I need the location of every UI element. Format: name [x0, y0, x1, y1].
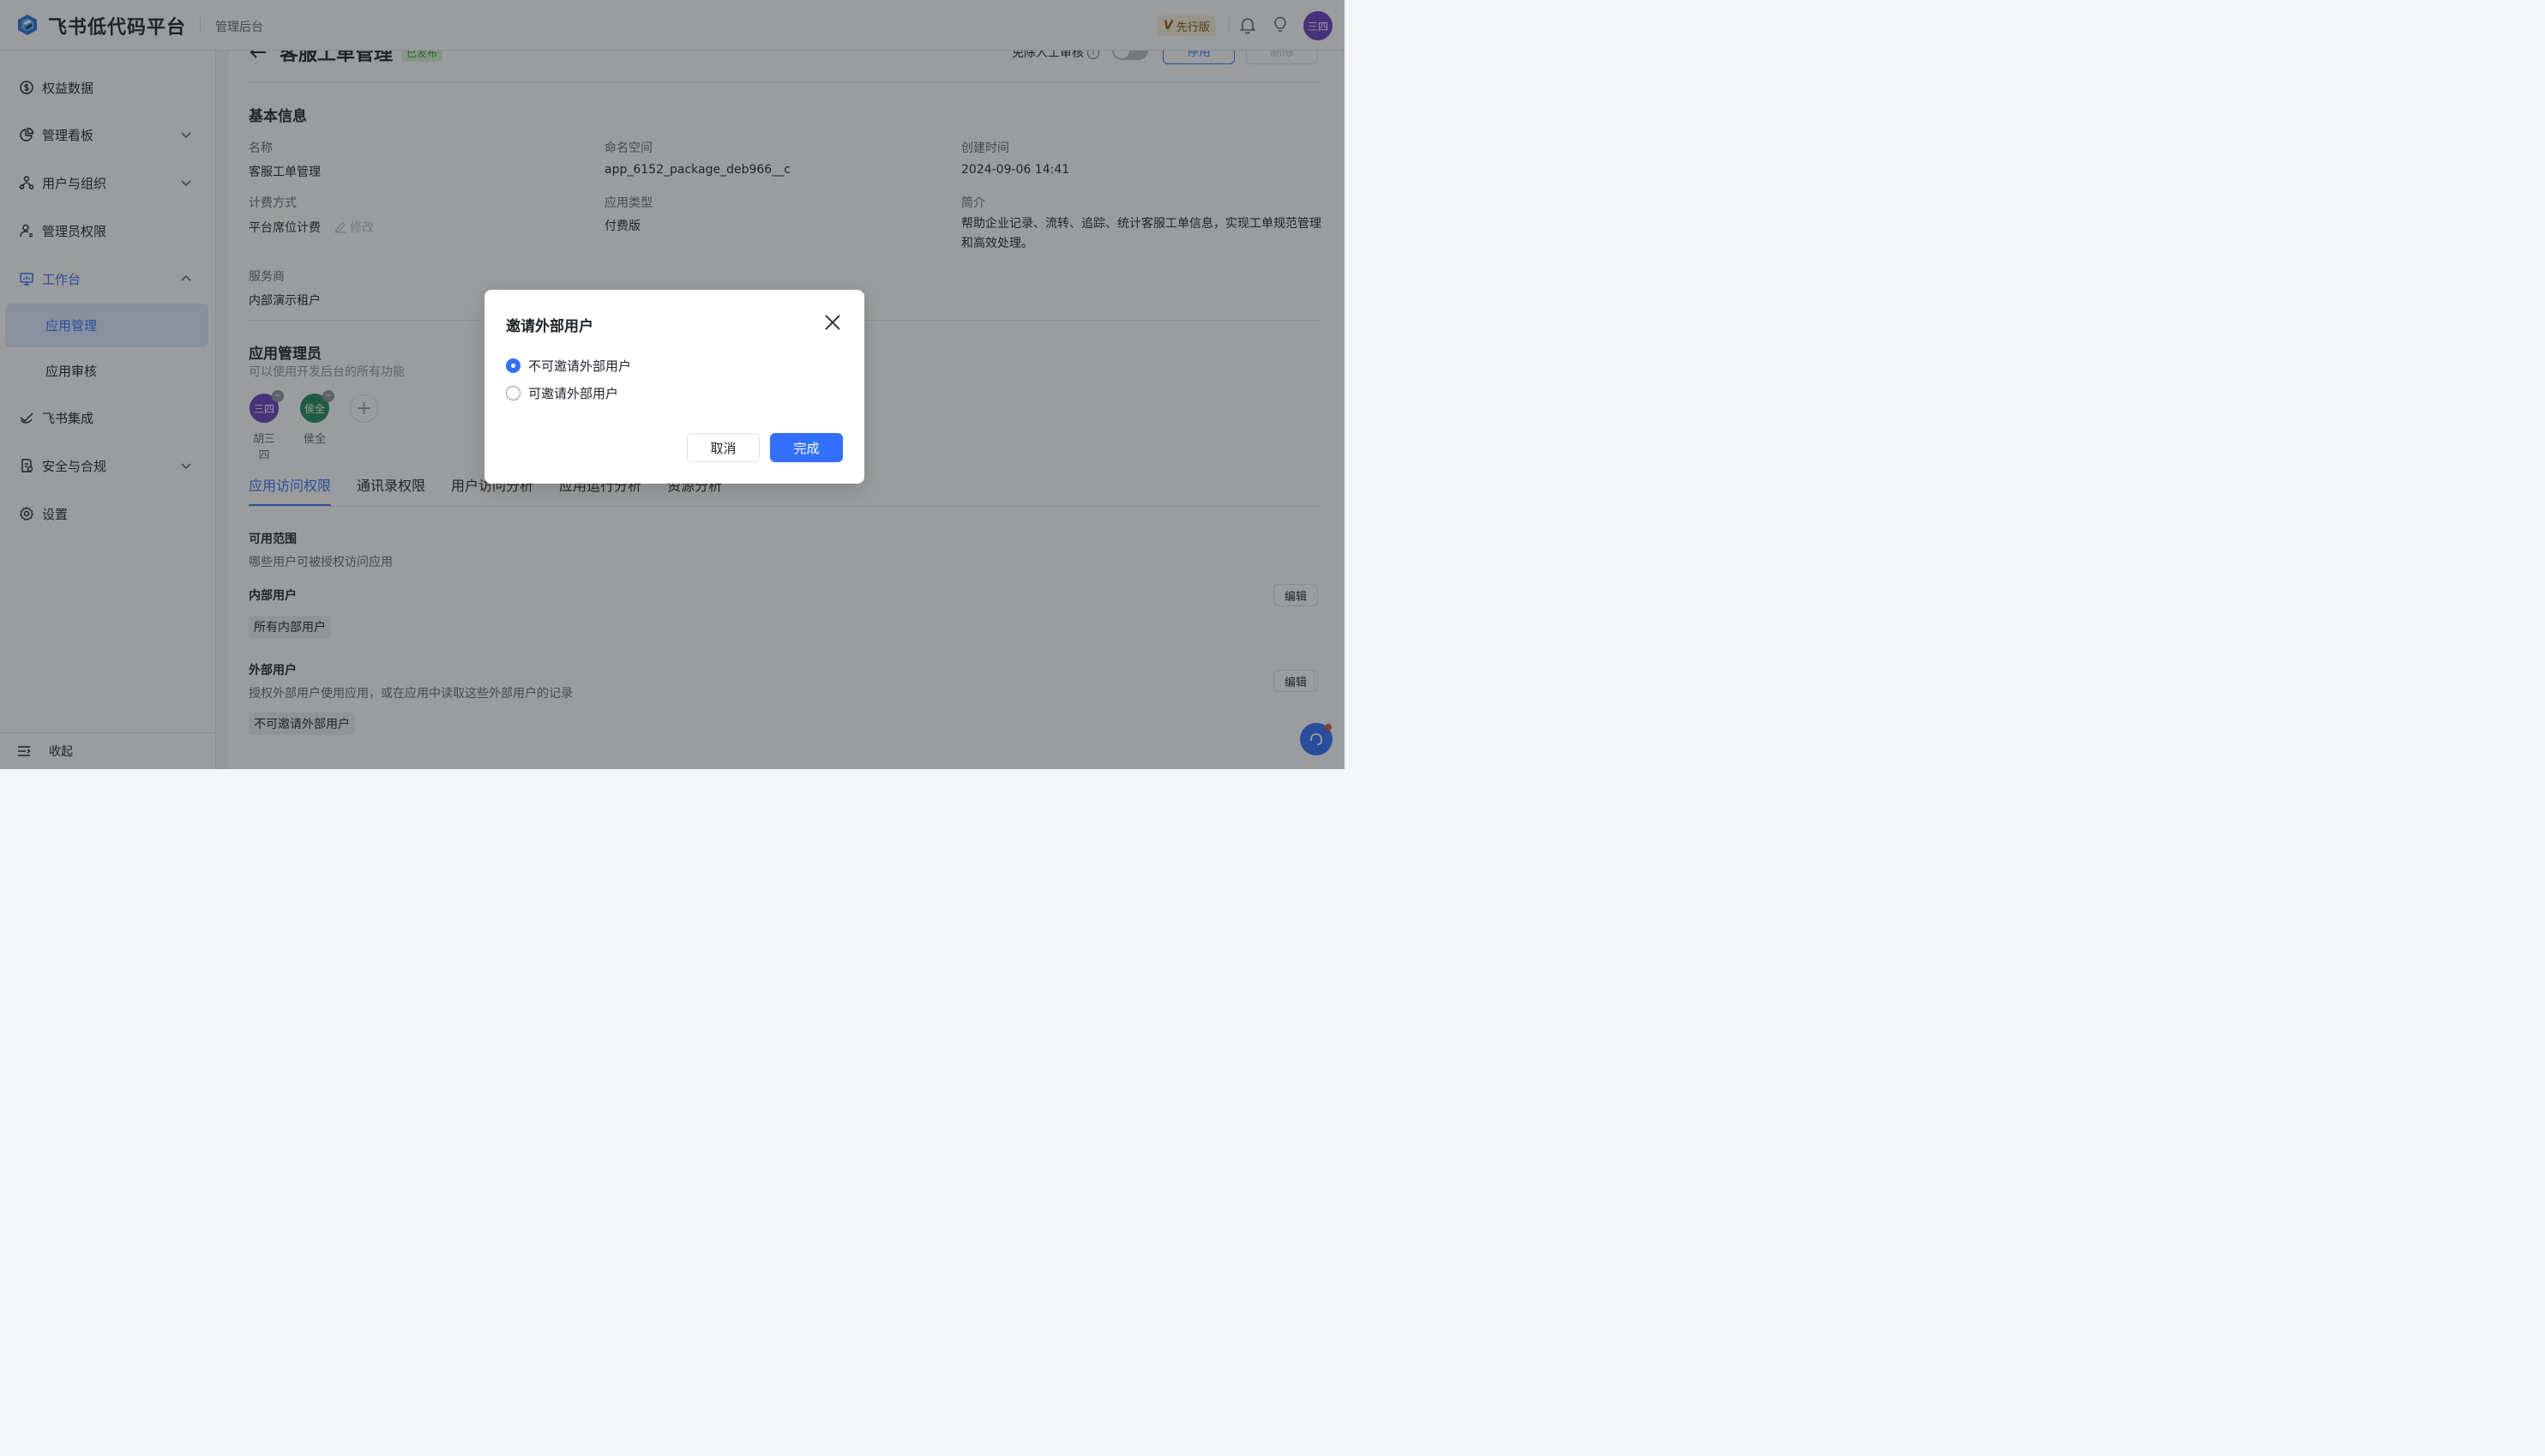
option-label: 可邀请外部用户 — [528, 386, 619, 401]
confirm-button[interactable]: 完成 — [770, 433, 843, 462]
cancel-button[interactable]: 取消 — [687, 433, 760, 462]
option-can-invite[interactable]: 可邀请外部用户 — [506, 384, 618, 402]
close-icon[interactable] — [823, 313, 842, 332]
radio-button[interactable] — [506, 386, 520, 400]
radio-button-checked[interactable] — [506, 358, 520, 373]
dialog-title: 邀请外部用户 — [506, 318, 593, 335]
invite-external-users-dialog: 邀请外部用户 不可邀请外部用户 可邀请外部用户 取消 完成 — [484, 290, 864, 484]
option-label: 不可邀请外部用户 — [528, 358, 632, 374]
option-no-invite[interactable]: 不可邀请外部用户 — [506, 357, 631, 375]
